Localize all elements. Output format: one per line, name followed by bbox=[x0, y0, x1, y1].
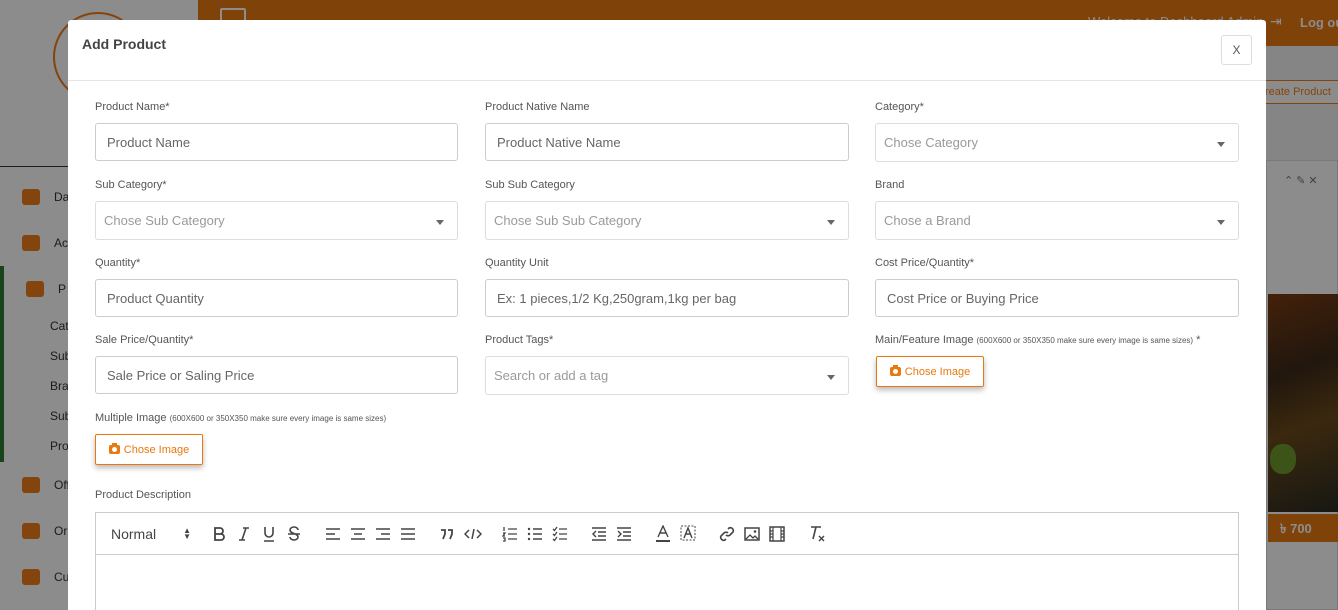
chevron-down-icon bbox=[436, 220, 444, 225]
required-mark: * bbox=[1196, 334, 1201, 346]
main-image-hint: (600X600 or 350X350 make sure every imag… bbox=[976, 336, 1194, 345]
quantity-input[interactable] bbox=[95, 279, 458, 317]
quantity-label: Quantity* bbox=[95, 257, 141, 269]
quantity-unit-label: Quantity Unit bbox=[485, 257, 549, 269]
strike-button[interactable] bbox=[285, 523, 303, 545]
main-image-button-label: Chose Image bbox=[904, 365, 971, 378]
sale-price-input[interactable] bbox=[95, 356, 458, 394]
video-button[interactable] bbox=[768, 523, 786, 545]
align-center-button[interactable] bbox=[349, 523, 367, 545]
code-block-button[interactable] bbox=[463, 523, 483, 545]
italic-button[interactable] bbox=[235, 523, 253, 545]
editor-toolbar: Normal ▲ ▼ bbox=[95, 512, 1239, 555]
brand-placeholder: Chose a Brand bbox=[884, 213, 971, 228]
align-right-button[interactable] bbox=[374, 523, 392, 545]
multiple-image-button-label: Chose Image bbox=[123, 443, 190, 456]
sub-category-placeholder: Chose Sub Category bbox=[104, 213, 225, 228]
background-color-button[interactable] bbox=[679, 523, 697, 545]
add-product-modal: Add Product X Product Name* Product Nati… bbox=[68, 20, 1266, 610]
bullet-list-button[interactable] bbox=[526, 523, 544, 545]
product-tags-label: Product Tags* bbox=[485, 334, 554, 346]
sub-category-select[interactable]: Chose Sub Category bbox=[95, 201, 458, 240]
updown-icon: ▲ ▼ bbox=[183, 526, 191, 541]
camera-icon bbox=[889, 365, 901, 376]
sub-category-label: Sub Category* bbox=[95, 179, 167, 191]
text-color-button[interactable] bbox=[654, 523, 672, 545]
header-format-select[interactable]: Normal ▲ ▼ bbox=[111, 523, 191, 545]
main-image-label: Main/Feature Image (600X600 or 350X350 m… bbox=[875, 334, 1200, 346]
indent-button[interactable] bbox=[615, 523, 633, 545]
brand-select[interactable]: Chose a Brand bbox=[875, 201, 1239, 240]
multiple-image-hint: (600X600 or 350X350 make sure every imag… bbox=[169, 414, 387, 423]
check-list-button[interactable] bbox=[551, 523, 569, 545]
align-justify-button[interactable] bbox=[399, 523, 417, 545]
chevron-down-icon bbox=[1217, 220, 1225, 225]
chevron-down-icon bbox=[827, 220, 835, 225]
modal-title: Add Product bbox=[82, 36, 166, 52]
sub-sub-category-label: Sub Sub Category bbox=[485, 179, 575, 191]
category-label: Category* bbox=[875, 101, 924, 113]
ordered-list-button[interactable] bbox=[501, 523, 519, 545]
camera-icon bbox=[108, 443, 120, 454]
quantity-unit-input[interactable] bbox=[485, 279, 849, 317]
multiple-image-button[interactable]: Chose Image bbox=[95, 434, 203, 465]
chevron-down-icon bbox=[827, 375, 835, 380]
main-image-label-text: Main/Feature Image bbox=[875, 334, 974, 346]
multiple-image-label-text: Multiple Image bbox=[95, 412, 167, 424]
main-image-button[interactable]: Chose Image bbox=[876, 356, 984, 387]
header-format-value: Normal bbox=[111, 526, 157, 542]
chevron-down-icon bbox=[1217, 142, 1225, 147]
description-editor[interactable] bbox=[95, 554, 1239, 610]
underline-button[interactable] bbox=[260, 523, 278, 545]
sub-sub-category-placeholder: Chose Sub Sub Category bbox=[494, 213, 642, 228]
brand-label: Brand bbox=[875, 179, 905, 191]
close-button[interactable]: X bbox=[1221, 35, 1252, 65]
product-name-input[interactable] bbox=[95, 123, 458, 161]
align-left-button[interactable] bbox=[324, 523, 342, 545]
clean-format-button[interactable] bbox=[807, 523, 827, 545]
native-name-input[interactable] bbox=[485, 123, 849, 161]
sub-sub-category-select[interactable]: Chose Sub Sub Category bbox=[485, 201, 849, 240]
blockquote-button[interactable] bbox=[438, 523, 456, 545]
cost-price-label: Cost Price/Quantity* bbox=[875, 257, 975, 269]
description-label: Product Description bbox=[95, 489, 191, 501]
bold-button[interactable] bbox=[210, 523, 228, 545]
image-button[interactable] bbox=[743, 523, 761, 545]
product-name-label: Product Name* bbox=[95, 101, 170, 113]
product-tags-placeholder: Search or add a tag bbox=[494, 368, 609, 383]
modal-header: Add Product X bbox=[68, 20, 1266, 81]
native-name-label: Product Native Name bbox=[485, 101, 590, 113]
category-select[interactable]: Chose Category bbox=[875, 123, 1239, 162]
link-button[interactable] bbox=[718, 523, 736, 545]
cost-price-input[interactable] bbox=[875, 279, 1239, 317]
outdent-button[interactable] bbox=[590, 523, 608, 545]
category-placeholder: Chose Category bbox=[884, 135, 978, 150]
multiple-image-label: Multiple Image (600X600 or 350X350 make … bbox=[95, 412, 386, 424]
product-tags-select[interactable]: Search or add a tag bbox=[485, 356, 849, 395]
sale-price-label: Sale Price/Quantity* bbox=[95, 334, 194, 346]
